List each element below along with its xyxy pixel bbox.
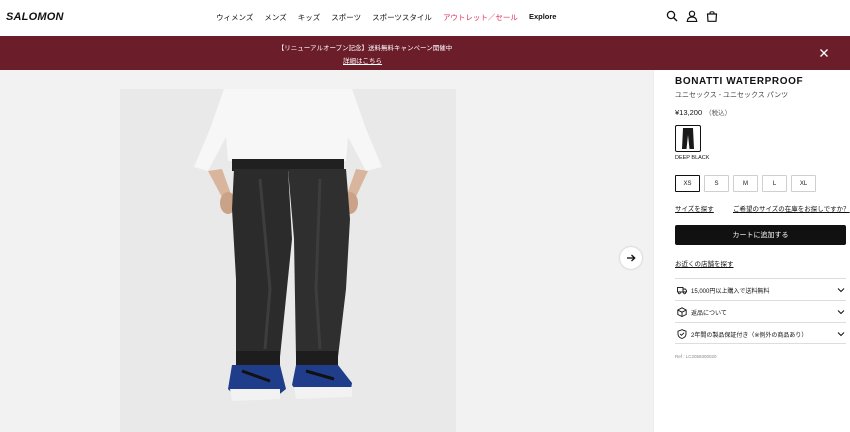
tax-note: （税込）	[705, 110, 732, 117]
product-title: BONATTI WATERPROOF	[675, 76, 804, 87]
size-option-l[interactable]: L	[762, 175, 787, 192]
accordion-label: 2年間の製品保証付き（※例外の商品あり）	[691, 333, 808, 339]
accordion-free-shipping[interactable]: 15,000円以上購入で送料無料	[675, 278, 846, 300]
color-swatch[interactable]	[675, 125, 701, 152]
size-stock-request-link[interactable]: ご希望のサイズの在庫をお探しですか？	[733, 203, 850, 213]
cart-icon[interactable]	[706, 10, 718, 22]
nav-item-womens[interactable]: ウィメンズ	[216, 12, 253, 23]
size-option-xs[interactable]: XS	[675, 175, 700, 192]
chevron-down-icon	[837, 288, 845, 293]
header-actions	[666, 10, 718, 22]
account-icon[interactable]	[686, 10, 698, 22]
main-nav: ウィメンズ メンズ キッズ スポーツ スポーツスタイル アウトレット／セール E…	[216, 12, 567, 23]
price-value: ¥13,200	[675, 108, 703, 117]
accordion-label: 返品について	[691, 311, 727, 317]
nav-item-explore[interactable]: Explore	[529, 12, 557, 23]
nav-item-outlet-sale[interactable]: アウトレット／セール	[443, 12, 518, 23]
size-option-m[interactable]: M	[733, 175, 758, 192]
product-reference: Ref : LC2059300020	[675, 354, 717, 359]
nav-item-kids[interactable]: キッズ	[298, 12, 321, 23]
gallery-next-button[interactable]	[620, 247, 642, 269]
truck-icon	[677, 287, 687, 295]
product-details: BONATTI WATERPROOF ユニセックス - ユニセックス パンツ ¥…	[653, 70, 850, 432]
search-icon[interactable]	[666, 10, 678, 22]
nav-item-sports[interactable]: スポーツ	[331, 12, 361, 23]
product-image	[120, 89, 456, 432]
chevron-down-icon	[837, 332, 845, 337]
color-name: DEEP BLACK	[675, 155, 710, 161]
accordion-returns[interactable]: 返品について	[675, 300, 846, 322]
chevron-down-icon	[837, 310, 845, 315]
accordion-warranty[interactable]: 2年間の製品保証付き（※例外の商品あり）	[675, 322, 846, 344]
store-finder-link[interactable]: お近くの店舗を探す	[675, 258, 734, 268]
accordion-label: 15,000円以上購入で送料無料	[691, 289, 770, 295]
arrow-right-icon	[627, 254, 636, 262]
promo-banner-text: 【リニューアルオープン記念】送料無料キャンペーン開催中	[277, 45, 453, 52]
site-header: SALOMON ウィメンズ メンズ キッズ スポーツ スポーツスタイル アウトレ…	[0, 0, 850, 36]
size-option-xl[interactable]: XL	[791, 175, 816, 192]
product-subtitle: ユニセックス - ユニセックス パンツ	[675, 92, 789, 99]
promo-details-link[interactable]: 詳細はこちら	[0, 55, 725, 65]
pants-thumbnail-icon	[682, 128, 694, 149]
product-gallery	[0, 70, 653, 432]
add-to-cart-button[interactable]: カートに追加する	[675, 225, 846, 245]
shield-icon	[677, 329, 687, 339]
promo-banner: 【リニューアルオープン記念】送料無料キャンペーン開催中 詳細はこちら	[0, 36, 850, 70]
brand-logo[interactable]: SALOMON	[6, 11, 64, 23]
size-selector: XS S M L XL	[675, 175, 816, 192]
nav-item-sportstyle[interactable]: スポーツスタイル	[372, 12, 432, 23]
size-finder-link[interactable]: サイズを探す	[675, 203, 714, 213]
size-option-s[interactable]: S	[704, 175, 729, 192]
nav-item-mens[interactable]: メンズ	[264, 12, 286, 23]
close-icon[interactable]	[818, 47, 830, 59]
product-price: ¥13,200 （税込）	[675, 107, 731, 117]
box-icon	[677, 307, 687, 317]
